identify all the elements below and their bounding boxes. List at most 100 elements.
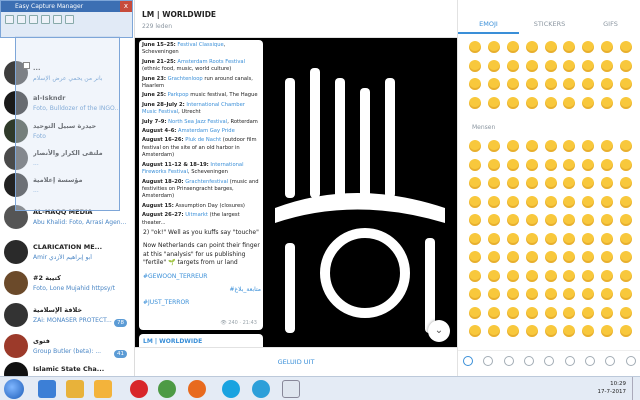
- emoji-button[interactable]: [485, 211, 504, 229]
- emoji-button[interactable]: [560, 230, 579, 248]
- emoji-button[interactable]: [541, 304, 560, 322]
- emoji-button[interactable]: [560, 193, 579, 211]
- emoji-button[interactable]: [560, 285, 579, 303]
- emoji-button[interactable]: [522, 267, 541, 285]
- emoji-button[interactable]: [616, 137, 635, 155]
- emoji-button[interactable]: [466, 230, 485, 248]
- emoji-button[interactable]: [598, 211, 617, 229]
- emoji-button[interactable]: [541, 248, 560, 266]
- emoji-button[interactable]: [598, 304, 617, 322]
- emoji-button[interactable]: [579, 230, 598, 248]
- emoji-button[interactable]: [616, 230, 635, 248]
- emoji-button[interactable]: [616, 38, 635, 56]
- emoji-button[interactable]: [522, 248, 541, 266]
- tab-gifs[interactable]: GIFS: [580, 14, 640, 34]
- emoji-button[interactable]: [522, 174, 541, 192]
- emoji-button[interactable]: [522, 137, 541, 155]
- emoji-button[interactable]: [598, 174, 617, 192]
- event-link[interactable]: Amsterdam Gay Pride: [178, 128, 235, 134]
- emoji-button[interactable]: [485, 38, 504, 56]
- emoji-button[interactable]: [541, 94, 560, 112]
- emoji-button[interactable]: [579, 94, 598, 112]
- emoji-button[interactable]: [522, 193, 541, 211]
- emoji-button[interactable]: [485, 174, 504, 192]
- emoji-button[interactable]: [560, 322, 579, 340]
- emoji-button[interactable]: [560, 156, 579, 174]
- emoji-button[interactable]: [504, 156, 523, 174]
- emoji-button[interactable]: [579, 57, 598, 75]
- emoji-button[interactable]: [598, 230, 617, 248]
- capture-app-icon[interactable]: [282, 380, 300, 398]
- folder-icon[interactable]: [66, 380, 84, 398]
- emoji-button[interactable]: [616, 174, 635, 192]
- emoji-button[interactable]: [466, 94, 485, 112]
- emoji-button[interactable]: [579, 285, 598, 303]
- leaf-icon[interactable]: [503, 355, 514, 366]
- hashtag-link[interactable]: #JUST_TERROR: [143, 299, 261, 307]
- emoji-button[interactable]: [541, 156, 560, 174]
- emoji-button[interactable]: [541, 211, 560, 229]
- emoji-button[interactable]: [504, 248, 523, 266]
- smiley-icon[interactable]: [483, 355, 494, 366]
- emoji-button[interactable]: [598, 248, 617, 266]
- emoji-button[interactable]: [598, 285, 617, 303]
- activity-icon[interactable]: [544, 355, 555, 366]
- emoji-button[interactable]: [579, 211, 598, 229]
- emoji-button[interactable]: [485, 304, 504, 322]
- recent-icon[interactable]: [463, 355, 474, 366]
- hashtag-link[interactable]: #متابعة_بلاغ: [143, 286, 262, 294]
- emoji-button[interactable]: [522, 230, 541, 248]
- emoji-button[interactable]: [541, 174, 560, 192]
- emoji-button[interactable]: [579, 248, 598, 266]
- emoji-button[interactable]: [579, 304, 598, 322]
- telegram-icon[interactable]: [252, 380, 270, 398]
- emoji-button[interactable]: [579, 75, 598, 93]
- emoji-button[interactable]: [616, 57, 635, 75]
- emoji-button[interactable]: [616, 193, 635, 211]
- emoji-button[interactable]: [485, 57, 504, 75]
- emoji-button[interactable]: [598, 57, 617, 75]
- emoji-button[interactable]: [541, 75, 560, 93]
- emoji-button[interactable]: [541, 193, 560, 211]
- emoji-button[interactable]: [504, 285, 523, 303]
- hashtag-link[interactable]: #GEWOON_TERREUR: [143, 273, 261, 281]
- forward-source-title[interactable]: LM | WORLDWIDE: [139, 334, 263, 345]
- capture-checkbox[interactable]: [23, 62, 30, 69]
- emoji-button[interactable]: [504, 137, 523, 155]
- emoji-button[interactable]: [560, 248, 579, 266]
- emoji-button[interactable]: [504, 304, 523, 322]
- emoji-button[interactable]: [485, 156, 504, 174]
- chrome-icon[interactable]: [158, 380, 176, 398]
- emoji-button[interactable]: [598, 38, 617, 56]
- travel-icon[interactable]: [564, 355, 575, 366]
- emoji-button[interactable]: [522, 57, 541, 75]
- emoji-button[interactable]: [522, 94, 541, 112]
- emoji-button[interactable]: [466, 322, 485, 340]
- emoji-button[interactable]: [522, 322, 541, 340]
- skype-icon[interactable]: [222, 380, 240, 398]
- emoji-button[interactable]: [522, 304, 541, 322]
- ie-icon[interactable]: [38, 380, 56, 398]
- emoji-button[interactable]: [504, 75, 523, 93]
- event-link[interactable]: Grachtenloop: [168, 76, 203, 82]
- emoji-button[interactable]: [579, 267, 598, 285]
- emoji-button[interactable]: [616, 75, 635, 93]
- emoji-button[interactable]: [466, 193, 485, 211]
- emoji-button[interactable]: [485, 193, 504, 211]
- message-bubble[interactable]: June 15–25: Festival Classique, Scheveni…: [139, 40, 263, 330]
- emoji-button[interactable]: [522, 285, 541, 303]
- event-link[interactable]: Parkpop: [168, 92, 189, 98]
- message-bubble[interactable]: LM | WORLDWIDE: [139, 334, 263, 348]
- emoji-button[interactable]: [466, 38, 485, 56]
- emoji-button[interactable]: [616, 322, 635, 340]
- emoji-button[interactable]: [466, 174, 485, 192]
- emoji-button[interactable]: [504, 230, 523, 248]
- emoji-button[interactable]: [504, 211, 523, 229]
- emoji-button[interactable]: [466, 57, 485, 75]
- emoji-button[interactable]: [504, 57, 523, 75]
- chat-list-item[interactable]: #2 كتيبة Foto, Lone Mujahid httpsy/t: [0, 266, 134, 299]
- mute-button[interactable]: GELUID UIT: [135, 348, 457, 377]
- emoji-button[interactable]: [579, 322, 598, 340]
- capture-selection-frame[interactable]: [15, 36, 120, 211]
- emoji-button[interactable]: [466, 211, 485, 229]
